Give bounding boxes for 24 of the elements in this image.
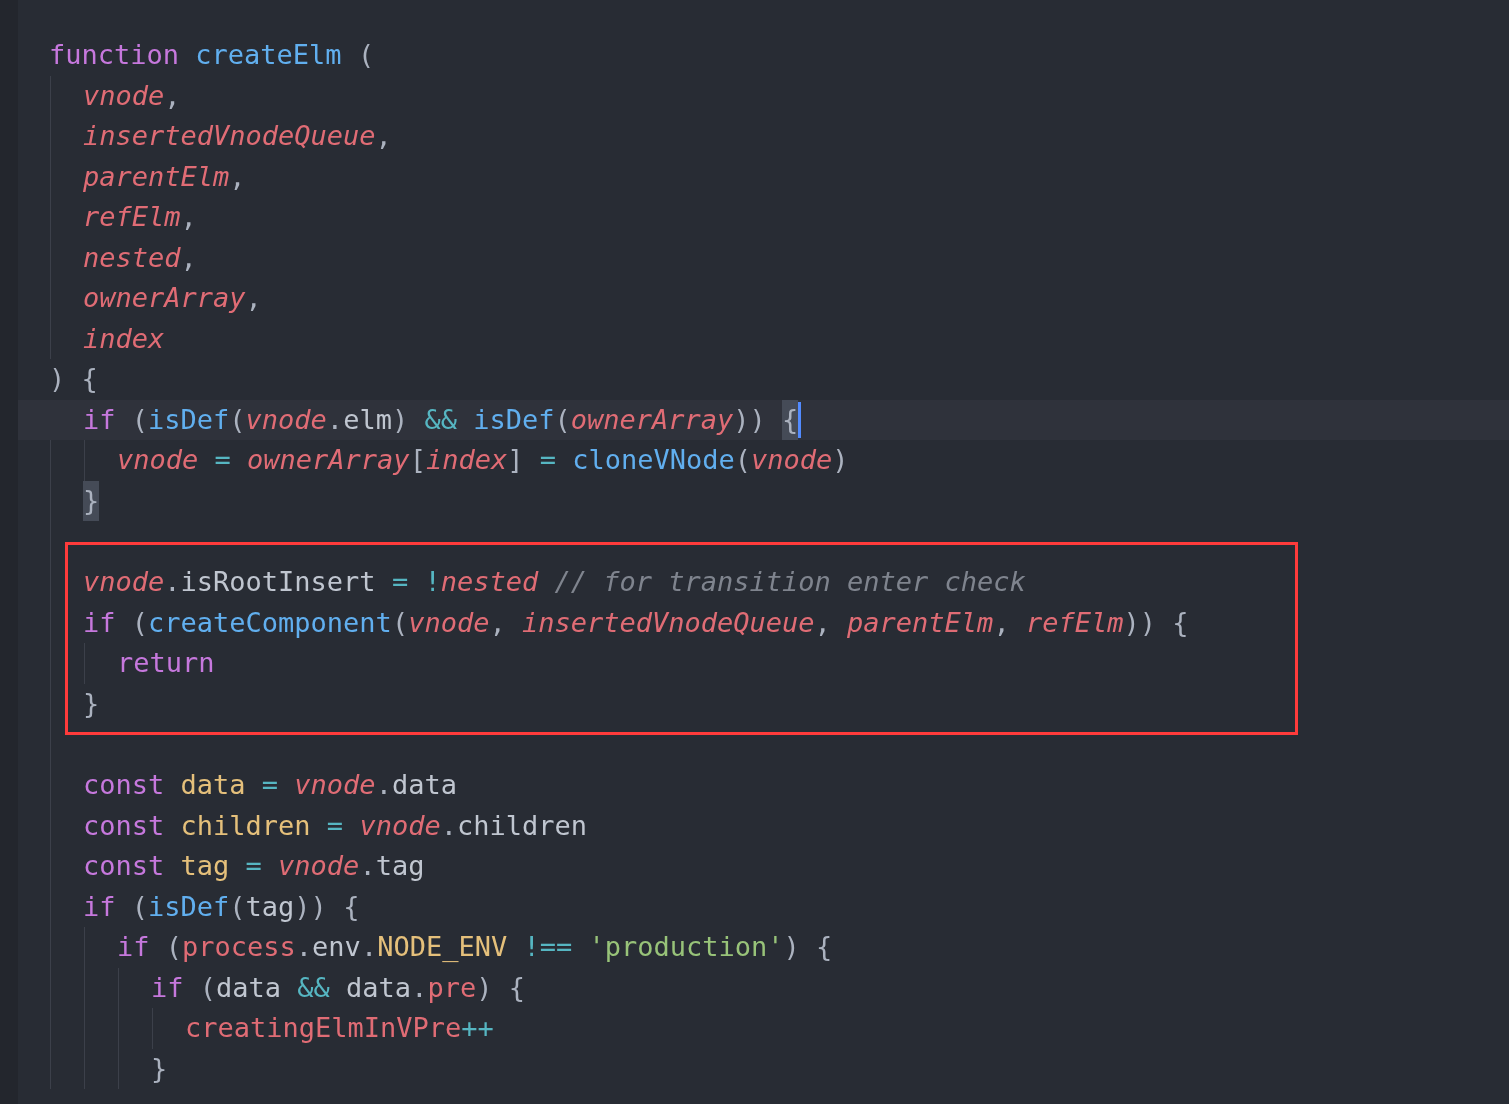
code-line: ownerArray, — [83, 281, 262, 315]
code-line: vnode, — [83, 78, 181, 113]
code-line: if (isDef(tag)) { — [83, 889, 360, 924]
code-line: nested, — [83, 240, 197, 275]
code-line: index — [83, 321, 165, 356]
code-line: if (createComponent(vnode, insertedVnodeQueue, parentElm, refElm)) { — [83, 605, 1189, 640]
code-line: const data = vnode.data — [83, 768, 457, 802]
code-line: insertedVnodeQueue, — [83, 119, 392, 153]
code-line: } — [151, 1051, 168, 1086]
code-line: vnode.isRootInsert = !nested // for transition enter check — [83, 565, 1026, 599]
code-line: const children = vnode.children — [83, 808, 587, 843]
code-line: function createElm ( — [49, 38, 375, 72]
code-line: if (process.env.NODE_ENV !== 'production') { — [117, 930, 833, 964]
code-line: if (data && data.pre) { — [151, 970, 525, 1005]
code-line: refElm, — [83, 200, 197, 234]
code-line: parentElm, — [83, 159, 246, 194]
code-line: vnode = ownerArray[index] = cloneVNode(vnode) — [117, 443, 849, 477]
code-line: ) { — [49, 362, 98, 396]
text-cursor — [798, 401, 802, 438]
code-line: return — [117, 646, 215, 680]
code-line: creatingElmInVPre++ — [185, 1011, 494, 1045]
code-line: const tag = vnode.tag — [83, 849, 425, 883]
code-line: if (isDef(vnode.elm) && isDef(ownerArray)) { — [83, 399, 802, 440]
code-line: } — [83, 686, 100, 721]
